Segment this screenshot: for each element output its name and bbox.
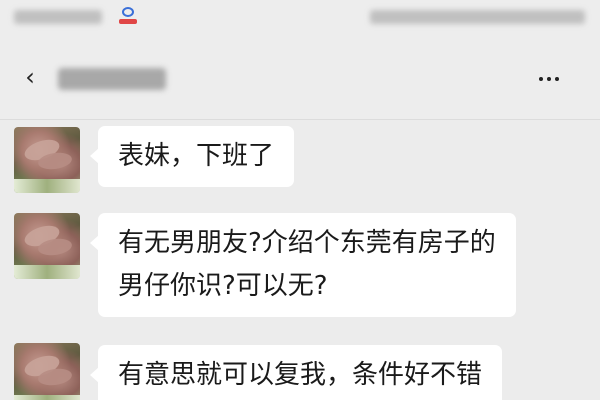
more-dots-icon[interactable] <box>532 66 566 92</box>
chat-header: ‹ <box>0 38 600 120</box>
chat-title-redacted <box>58 68 166 90</box>
status-right-redacted <box>370 10 585 24</box>
message-bubble[interactable]: 表妹，下班了 <box>89 126 295 187</box>
avatar[interactable] <box>14 127 80 193</box>
app-notification-icon <box>119 7 137 29</box>
chevron-left-icon[interactable]: ‹ <box>18 62 42 92</box>
message-bubble[interactable]: 有意思就可以复我，条件好不错 <box>89 345 503 400</box>
chat-screen: ‹ 表妹，下班了 有无男朋友?介绍个东莞有房子的 男仔你识?可以无? 有意思就可… <box>0 0 600 400</box>
avatar[interactable] <box>14 213 80 279</box>
avatar[interactable] <box>14 343 80 400</box>
status-bar <box>0 0 600 38</box>
message-text: 有无男朋友?介绍个东莞有房子的 <box>118 228 496 258</box>
message-text: 有意思就可以复我，条件好不错 <box>118 360 483 390</box>
message-text: 男仔你识?可以无? <box>118 271 328 301</box>
message-list[interactable]: 表妹，下班了 有无男朋友?介绍个东莞有房子的 男仔你识?可以无? 有意思就可以复… <box>0 121 600 400</box>
message-text: 表妹，下班了 <box>118 141 275 171</box>
status-left-redacted <box>14 10 102 24</box>
message-bubble[interactable]: 有无男朋友?介绍个东莞有房子的 男仔你识?可以无? <box>90 213 516 317</box>
